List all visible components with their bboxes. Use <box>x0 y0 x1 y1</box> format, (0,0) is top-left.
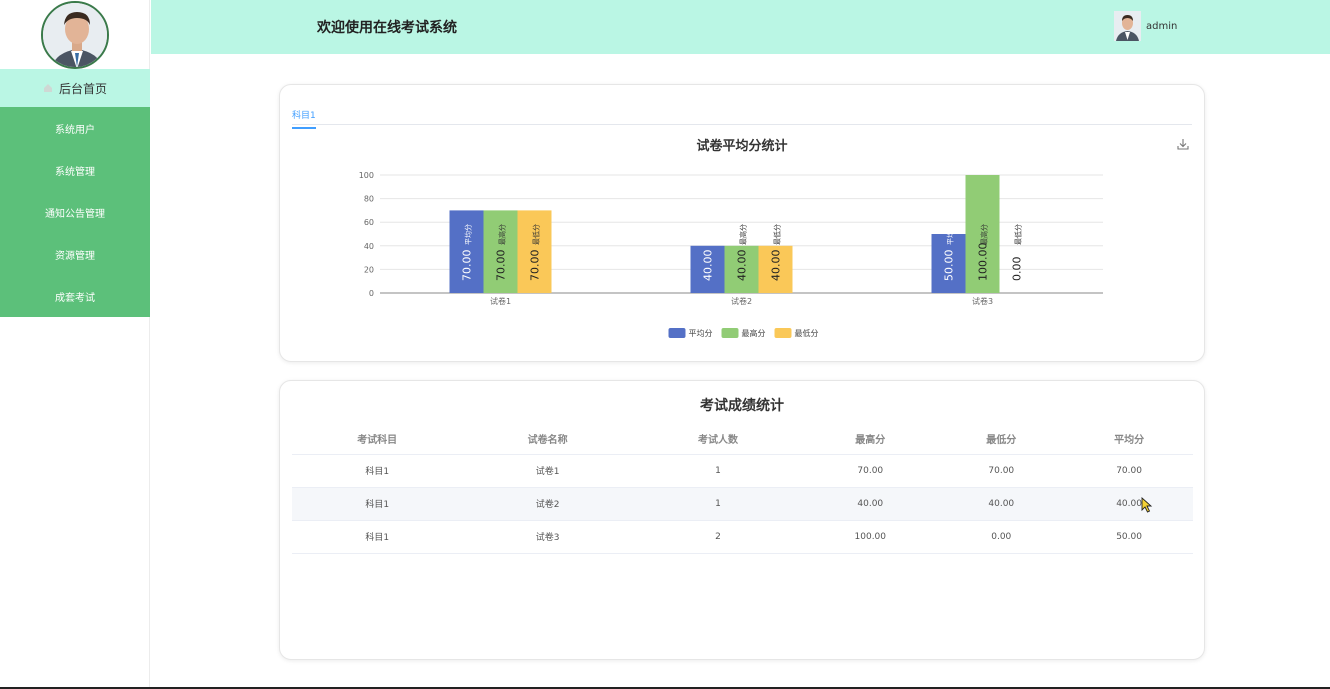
top-header: 欢迎使用在线考试系统 admin <box>151 0 1330 54</box>
sidebar: 后台首页 系统用户 系统管理 通知公告管理 资源管理 成套考试 <box>0 0 150 689</box>
table-row[interactable]: 科目1 试卷1 1 70.00 70.00 70.00 <box>292 454 1193 488</box>
table-cell: 40.00 <box>937 487 1066 521</box>
data-label: 70.00 <box>529 250 542 282</box>
sidebar-item-label: 系统用户 <box>55 124 95 136</box>
table-cell: 科目1 <box>292 520 463 554</box>
column-header[interactable]: 考试科目 <box>292 424 463 455</box>
table-title: 考试成绩统计 <box>700 398 784 414</box>
series-name-label: 最高分 <box>498 224 507 245</box>
series-name-label: 最低分 <box>532 224 541 245</box>
table-cell: 2 <box>632 520 804 554</box>
table-cell: 1 <box>632 487 804 521</box>
table-cell: 100.00 <box>803 520 938 554</box>
y-tick-label: 40 <box>364 242 374 251</box>
series-name-label: 最高分 <box>980 224 989 245</box>
y-tick-label: 100 <box>359 171 374 180</box>
sidebar-item-label: 通知公告管理 <box>45 208 105 220</box>
data-label: 70.00 <box>495 250 508 282</box>
user-menu[interactable]: admin <box>1114 11 1177 41</box>
table-row[interactable]: 科目1 试卷3 2 100.00 0.00 50.00 <box>292 520 1193 554</box>
legend-swatch <box>668 328 686 338</box>
column-header[interactable]: 平均分 <box>1065 424 1193 455</box>
series-name-label: 平均分 <box>464 224 473 245</box>
x-tick-label: 试卷2 <box>731 296 752 306</box>
page-title: 欢迎使用在线考试系统 <box>317 20 457 36</box>
table-cell: 40.00 <box>803 487 938 521</box>
person-photo-icon <box>1114 11 1141 41</box>
table-header-row: 考试科目 试卷名称 考试人数 最高分 最低分 平均分 <box>292 424 1193 455</box>
legend-swatch <box>721 328 739 338</box>
series-name-label: 平均分 <box>705 224 714 245</box>
data-label: 70.00 <box>461 250 474 282</box>
data-label: 0.00 <box>1011 257 1024 282</box>
sidebar-item-system-management[interactable]: 系统管理 <box>0 149 150 191</box>
sidebar-item-resource-management[interactable]: 资源管理 <box>0 233 150 275</box>
table-cell: 0.00 <box>937 520 1066 554</box>
chart-card: 科目1 试卷平均分统计 0 20 40 60 80 100 70.00 平均分 70.00 最高分… <box>279 84 1205 362</box>
column-header[interactable]: 最高分 <box>803 424 938 455</box>
table-cell: 70.00 <box>1065 454 1193 488</box>
series-name-label: 最高分 <box>739 224 748 245</box>
avatar[interactable] <box>40 1 109 69</box>
table-cell: 40.00 <box>1065 487 1193 521</box>
x-tick-label: 试卷1 <box>490 296 511 306</box>
table-cell: 试卷1 <box>462 454 633 488</box>
sidebar-item-notice-management[interactable]: 通知公告管理 <box>0 191 150 233</box>
app-root: 后台首页 系统用户 系统管理 通知公告管理 资源管理 成套考试 欢迎使用在线考试… <box>0 0 1330 689</box>
column-header[interactable]: 考试人数 <box>632 424 804 455</box>
table-cell: 50.00 <box>1065 520 1193 554</box>
y-tick-label: 0 <box>369 289 374 298</box>
table-cell: 70.00 <box>803 454 938 488</box>
score-stats-card: 考试成绩统计 考试科目 试卷名称 考试人数 最高分 最低分 平均分 科目1 试卷… <box>279 380 1205 660</box>
sidebar-item-label: 成套考试 <box>55 292 95 304</box>
column-header[interactable]: 最低分 <box>937 424 1066 455</box>
home-icon <box>43 84 52 92</box>
legend-label: 最低分 <box>795 328 819 338</box>
sidebar-item-label: 后台首页 <box>58 81 107 96</box>
sidebar-item-label: 资源管理 <box>55 250 95 262</box>
x-tick-label: 试卷3 <box>972 296 993 306</box>
table-cell: 试卷3 <box>462 520 633 554</box>
data-label: 100.00 <box>977 243 990 282</box>
table-row[interactable]: 科目1 试卷2 1 40.00 40.00 40.00 <box>292 487 1193 521</box>
y-tick-label: 80 <box>364 195 374 204</box>
data-label: 50.00 <box>943 250 956 282</box>
legend-swatch <box>774 328 792 338</box>
table-cell: 科目1 <box>292 454 463 488</box>
mouse-cursor-icon <box>1141 497 1153 513</box>
table-cell: 70.00 <box>937 454 1066 488</box>
table-cell: 试卷2 <box>462 487 633 521</box>
bar-chart: 02040608010070.00平均分70.00最高分70.00最低分试卷14… <box>359 171 1103 338</box>
sidebar-item-label: 系统管理 <box>55 166 95 178</box>
data-label: 40.00 <box>702 250 715 282</box>
score-table: 考试科目 试卷名称 考试人数 最高分 最低分 平均分 科目1 试卷1 1 70.… <box>292 424 1193 554</box>
user-name: admin <box>1146 20 1178 32</box>
sidebar-menu: 后台首页 系统用户 系统管理 通知公告管理 资源管理 成套考试 <box>0 69 150 317</box>
series-name-label: 最低分 <box>773 224 782 245</box>
user-avatar[interactable] <box>1114 11 1141 41</box>
y-tick-label: 60 <box>364 218 374 227</box>
y-tick-label: 20 <box>364 265 374 274</box>
legend-label: 最高分 <box>742 328 766 338</box>
table-cell: 1 <box>632 454 804 488</box>
series-name-label: 平均分 <box>946 224 955 245</box>
series-name-label: 最低分 <box>1014 224 1023 245</box>
person-photo-icon <box>42 3 107 67</box>
legend-label: 平均分 <box>689 328 713 338</box>
sidebar-item-home[interactable]: 后台首页 <box>0 69 150 107</box>
data-label: 40.00 <box>736 250 749 282</box>
sidebar-avatar-area <box>0 0 149 69</box>
table-cell: 科目1 <box>292 487 463 521</box>
data-label: 40.00 <box>770 250 783 282</box>
column-header[interactable]: 试卷名称 <box>462 424 633 455</box>
sidebar-item-system-users[interactable]: 系统用户 <box>0 107 150 149</box>
sidebar-item-exam-sets[interactable]: 成套考试 <box>0 275 150 317</box>
